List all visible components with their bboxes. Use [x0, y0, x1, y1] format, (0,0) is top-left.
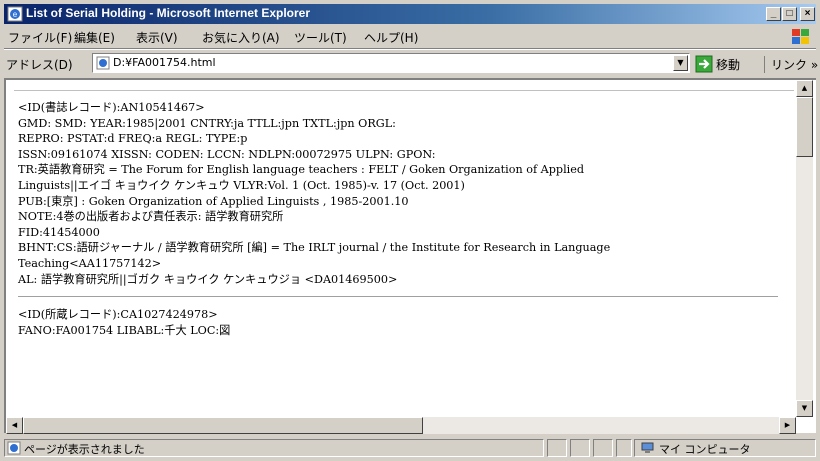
record-line: REPRO: PSTAT:d FREQ:a REGL: TYPE:p [18, 132, 248, 146]
zone-text: マイ コンピュータ [659, 443, 751, 456]
status-bar: ページが表示されました マイ コンピュータ [4, 438, 816, 458]
record-line: FID:41454000 [18, 225, 100, 239]
record-line: FANO:FA001754 LIBABL:千大 LOC:図 [18, 323, 231, 337]
vertical-scroll-thumb[interactable] [796, 97, 813, 157]
record-line: <ID(書誌レコード):AN10541467> [18, 101, 205, 114]
ie-window: e List of Serial Holding - Microsoft Int… [0, 0, 820, 461]
menu-bar: ファイル(F) 編集(E) 表示(V) お気に入り(A) ツール(T) ヘルプ(… [4, 26, 816, 49]
record-line: PUB:[東京] : Goken Organization of Applied… [18, 194, 409, 208]
divider [18, 296, 778, 299]
record-line: <ID(所蔵レコード):CA1027424978> [18, 308, 218, 322]
status-cell [547, 439, 567, 457]
record-line: Teaching<AA11757142> [18, 256, 162, 270]
ie-page-icon: e [7, 6, 23, 22]
scroll-left-icon[interactable]: ◀ [6, 417, 23, 434]
minimize-button[interactable]: _ [766, 7, 781, 21]
address-label: アドレス(D) [6, 58, 73, 72]
scroll-right-icon[interactable]: ▶ [779, 417, 796, 434]
scroll-up-icon[interactable]: ▲ [796, 80, 813, 97]
address-bar: アドレス(D) D:¥FA001754.html ▼ 移動 リンク » [4, 49, 818, 76]
my-computer-icon [641, 442, 654, 453]
menu-view[interactable]: 表示(V) [136, 29, 178, 46]
close-button[interactable]: × [800, 7, 815, 21]
horizontal-scrollbar[interactable]: ◀ ▶ [6, 417, 796, 434]
record-line: AL: 語学教育研究所||ゴガク キョウイク ケンキュウジョ <DA014695… [18, 272, 398, 286]
record-line: TR:英語教育研究 = The Forum for English langua… [18, 163, 585, 177]
go-button[interactable]: 移動 [716, 56, 740, 73]
menu-edit[interactable]: 編集(E) [74, 29, 115, 46]
record-line: Linguists||エイゴ キョウイク ケンキュウ VLYR:Vol. 1 (… [18, 178, 465, 192]
menu-tools[interactable]: ツール(T) [294, 29, 347, 46]
windows-logo-icon [792, 29, 809, 44]
security-zone: マイ コンピュータ [634, 439, 816, 457]
menu-file[interactable]: ファイル(F) [8, 29, 72, 46]
vertical-scrollbar[interactable]: ▲ ▼ [796, 80, 813, 417]
record-line: GMD: SMD: YEAR:1985|2001 CNTRY:ja TTLL:j… [18, 116, 396, 130]
menu-help[interactable]: ヘルプ(H) [364, 29, 418, 46]
status-text: ページが表示されました [24, 443, 145, 456]
maximize-button[interactable]: □ [782, 7, 797, 21]
ie-page-icon [7, 441, 21, 455]
window-title: List of Serial Holding - Microsoft Inter… [26, 6, 311, 20]
go-arrow-icon[interactable] [695, 55, 713, 73]
record-line: NOTE:4巻の出版者および責任表示: 語学教育研究所 [18, 210, 284, 224]
scroll-down-icon[interactable]: ▼ [796, 400, 813, 417]
address-input[interactable]: D:¥FA001754.html ▼ [92, 53, 690, 73]
address-value: D:¥FA001754.html [113, 56, 216, 69]
record-text: <ID(書誌レコード):AN10541467> GMD: SMD: YEAR:1… [18, 100, 778, 338]
status-cell [616, 439, 632, 457]
title-bar[interactable]: e List of Serial Holding - Microsoft Int… [4, 4, 816, 24]
svg-text:e: e [13, 10, 18, 19]
links-button[interactable]: リンク » [764, 56, 818, 73]
menu-favorites[interactable]: お気に入り(A) [202, 29, 280, 46]
divider [14, 90, 794, 91]
status-cell [593, 439, 613, 457]
address-dropdown-icon[interactable]: ▼ [673, 55, 688, 71]
ie-page-icon [96, 56, 110, 70]
horizontal-scroll-thumb[interactable] [23, 417, 423, 434]
record-line: ISSN:09161074 XISSN: CODEN: LCCN: NDLPN:… [18, 147, 436, 161]
status-message: ページが表示されました [4, 439, 544, 457]
status-cell [570, 439, 590, 457]
page-content: <ID(書誌レコード):AN10541467> GMD: SMD: YEAR:1… [4, 78, 816, 433]
record-line: BHNT:CS:語研ジャーナル / 語学教育研究所 [編] = The IRLT… [18, 241, 611, 255]
